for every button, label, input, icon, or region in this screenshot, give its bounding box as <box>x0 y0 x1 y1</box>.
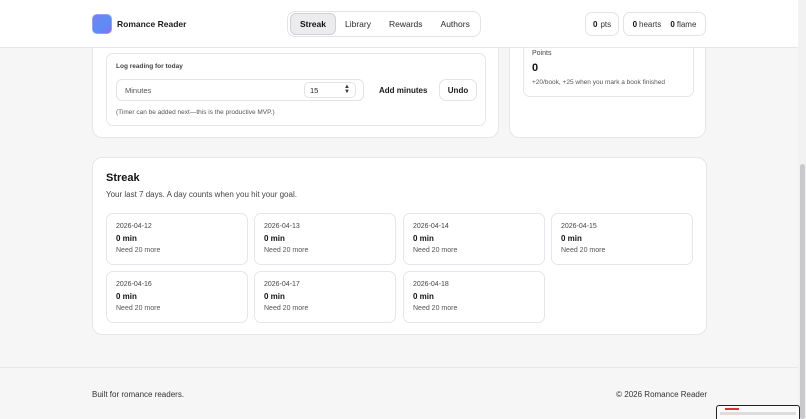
minutes-placeholder: Minutes <box>125 85 152 95</box>
day-date: 2026-04-15 <box>561 223 597 230</box>
footer-tagline: Built for romance readers. <box>92 390 185 399</box>
points-label: Points <box>532 50 552 57</box>
day-need: Need 20 more <box>264 247 309 254</box>
streak-subtitle: Your last 7 days. A day counts when you … <box>106 190 297 199</box>
tab-rewards[interactable]: Rewards <box>380 13 432 35</box>
points-count: 0 <box>593 19 598 29</box>
tab-library[interactable]: Library <box>336 13 380 35</box>
day-card: 2026-04-14 0 min Need 20 more <box>403 213 545 265</box>
flame-stat: 0 flame <box>670 20 696 29</box>
flame-count: 0 <box>670 19 675 29</box>
day-date: 2026-04-14 <box>413 223 449 230</box>
day-date: 2026-04-16 <box>116 281 152 288</box>
log-reading-box: Log reading for today Minutes 15 ▲ ▼ Add … <box>106 53 486 126</box>
points-note: +20/book, +25 when you mark a book finis… <box>532 79 665 86</box>
day-card: 2026-04-17 0 min Need 20 more <box>254 271 396 323</box>
hearts-count: 0 <box>632 19 638 29</box>
day-date: 2026-04-18 <box>413 281 449 288</box>
brand-name: Romance Reader <box>117 19 187 29</box>
day-date: 2026-04-17 <box>264 281 300 288</box>
day-need: Need 20 more <box>116 305 161 312</box>
hearts-stat: 0 hearts <box>633 20 662 29</box>
hearts-unit: hearts <box>639 19 662 29</box>
points-unit: pts <box>600 19 612 29</box>
day-card: 2026-04-13 0 min Need 20 more <box>254 213 396 265</box>
day-minutes: 0 min <box>116 292 137 301</box>
day-card: 2026-04-16 0 min Need 20 more <box>106 271 248 323</box>
day-minutes: 0 min <box>116 234 137 243</box>
tab-authors[interactable]: Authors <box>432 13 479 35</box>
day-minutes: 0 min <box>413 234 434 243</box>
flame-unit: flame <box>676 19 697 29</box>
scrollbar-thumb[interactable] <box>800 164 805 419</box>
day-card: 2026-04-18 0 min Need 20 more <box>403 271 545 323</box>
hearts-flame-badge: 0 hearts 0 flame <box>623 12 706 36</box>
streak-title: Streak <box>106 172 140 184</box>
top-header: Romance Reader Streak Library Rewards Au… <box>0 0 806 48</box>
tab-streak[interactable]: Streak <box>290 13 336 35</box>
undo-button[interactable]: Undo <box>439 79 477 101</box>
stepper-arrows-icon[interactable]: ▲ ▼ <box>344 84 350 95</box>
day-need: Need 20 more <box>413 247 458 254</box>
brand[interactable]: Romance Reader <box>92 14 186 34</box>
day-need: Need 20 more <box>561 247 606 254</box>
day-minutes: 0 min <box>264 292 285 301</box>
day-date: 2026-04-12 <box>116 223 152 230</box>
day-card: 2026-04-12 0 min Need 20 more <box>106 213 248 265</box>
day-minutes: 0 min <box>264 234 285 243</box>
timer-note: (Timer can be added next—this is the pro… <box>116 109 275 116</box>
points-box: Points 0 +20/book, +25 when you mark a b… <box>523 41 694 97</box>
day-minutes: 0 min <box>561 234 582 243</box>
preview-indicator-icon <box>725 408 739 410</box>
minutes-stepper[interactable]: 15 ▲ ▼ <box>304 82 356 98</box>
points-badge: 0 pts <box>585 12 620 36</box>
footer-copyright: © 2026 Romance Reader <box>616 390 707 399</box>
main-nav: Streak Library Rewards Authors <box>287 11 481 37</box>
app-logo-icon <box>92 14 112 34</box>
day-minutes: 0 min <box>413 292 434 301</box>
day-need: Need 20 more <box>413 305 458 312</box>
day-need: Need 20 more <box>264 305 309 312</box>
window-preview-thumbnail[interactable] <box>716 405 800 419</box>
day-card: 2026-04-15 0 min Need 20 more <box>551 213 693 265</box>
log-reading-title: Log reading for today <box>116 63 183 70</box>
preview-line <box>720 412 796 415</box>
day-need: Need 20 more <box>116 247 161 254</box>
points-value: 0 <box>532 62 539 74</box>
minutes-value: 15 <box>310 85 319 95</box>
add-minutes-button[interactable]: Add minutes <box>379 86 427 95</box>
day-date: 2026-04-13 <box>264 223 300 230</box>
streak-card: Streak Your last 7 days. A day counts wh… <box>92 157 707 335</box>
